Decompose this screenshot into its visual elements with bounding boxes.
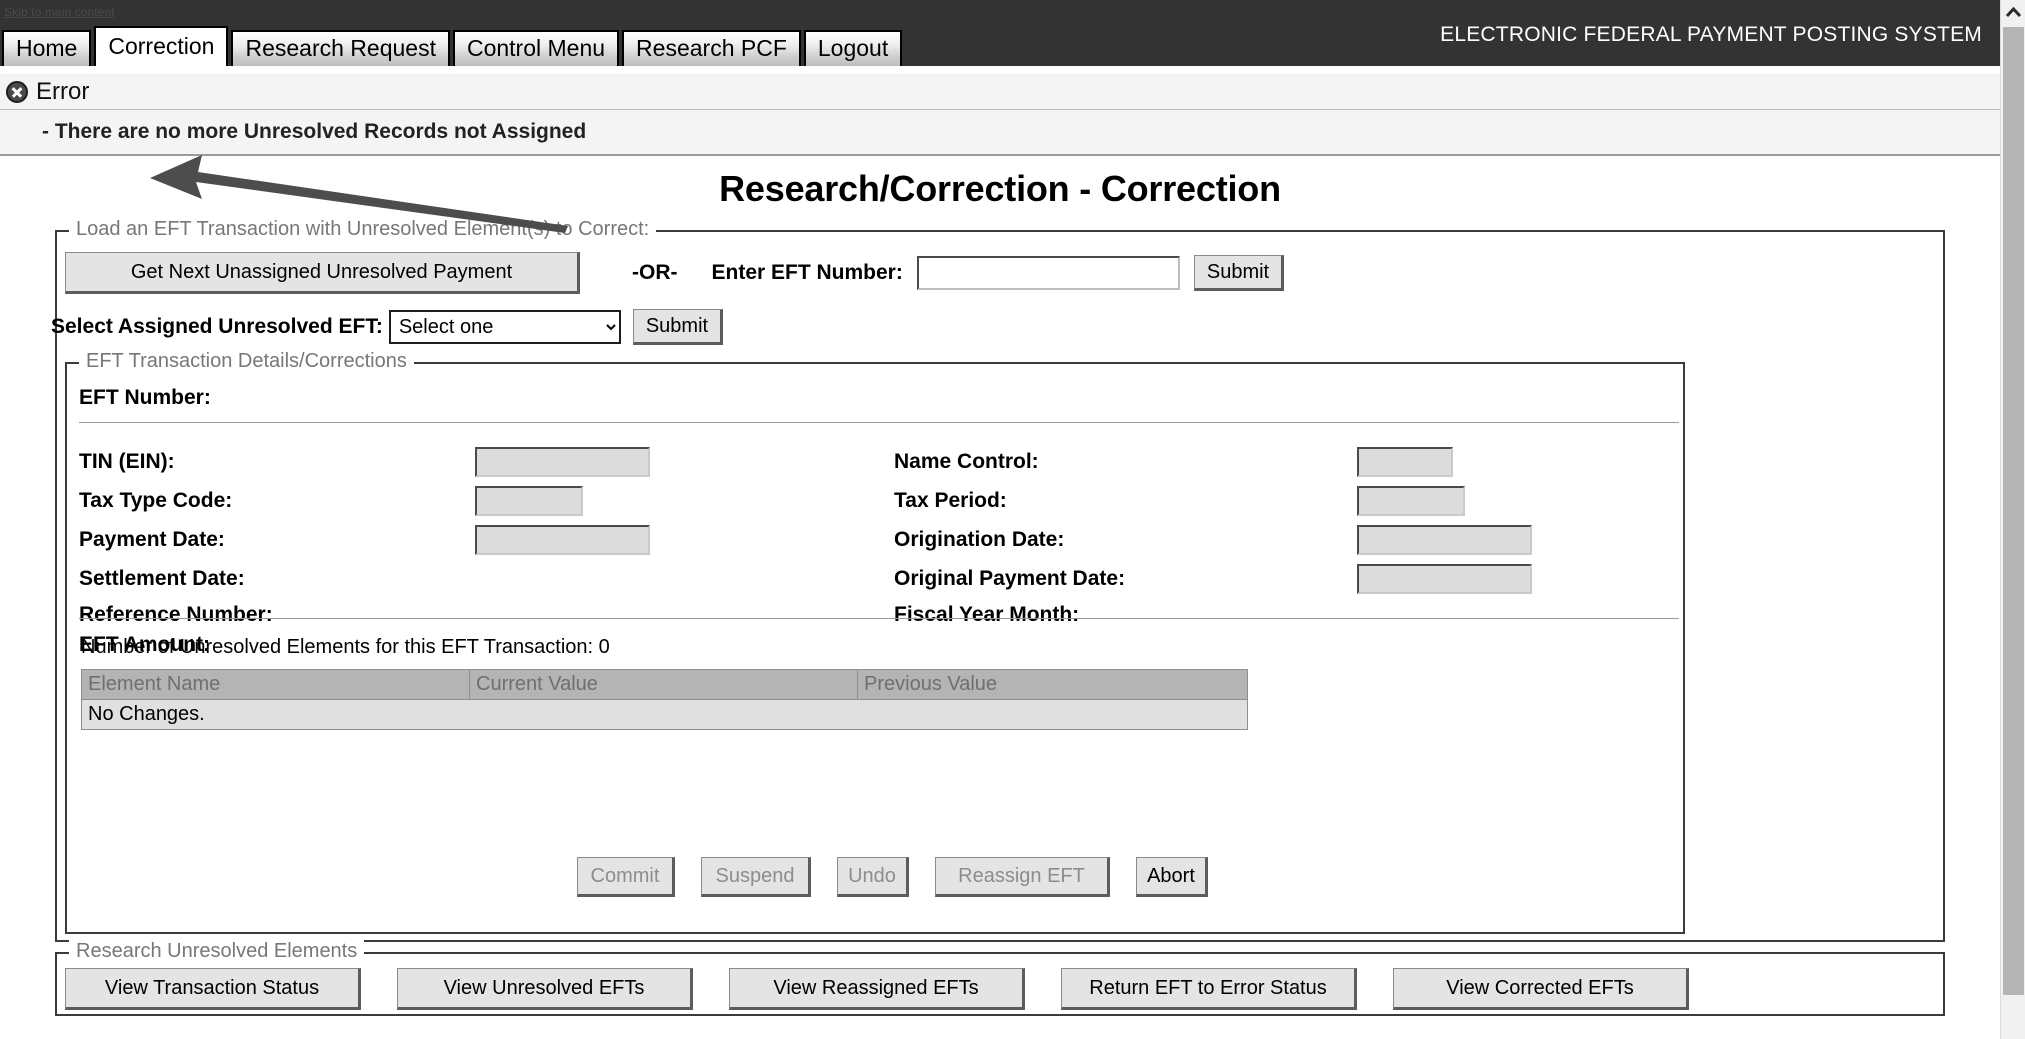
error-circle-x-icon (6, 81, 28, 103)
tab-logout[interactable]: Logout (804, 30, 902, 66)
view-unresolved-efts-button[interactable]: View Unresolved EFTs (397, 968, 693, 1010)
get-next-unassigned-unresolved-payment-button[interactable]: Get Next Unassigned Unresolved Payment (65, 252, 580, 294)
abort-button[interactable]: Abort (1136, 857, 1208, 897)
reassign-eft-button[interactable]: Reassign EFT (935, 857, 1110, 897)
field-settlement-date: Settlement Date: (79, 567, 894, 591)
error-header: Error (0, 74, 2000, 110)
vertical-scrollbar[interactable] (2000, 0, 2025, 1039)
field-input-name-control[interactable] (1357, 447, 1453, 477)
tab-home[interactable]: Home (2, 30, 91, 66)
field-input-payment-date[interactable] (475, 525, 650, 555)
field-reference-number: Reference Number: (79, 603, 894, 627)
details-action-buttons: Commit Suspend Undo Reassign EFT Abort (577, 857, 1208, 897)
field-label-settlement-date: Settlement Date: (79, 567, 475, 591)
select-assigned-unresolved-eft-dropdown[interactable]: Select one (389, 310, 621, 344)
field-row-1: TIN (EIN): Name Control: (79, 442, 1679, 481)
submit-assigned-eft-button[interactable]: Submit (633, 309, 723, 345)
column-header-current-value: Current Value (470, 670, 858, 700)
return-eft-to-error-status-button[interactable]: Return EFT to Error Status (1061, 968, 1357, 1010)
load-eft-section: Load an EFT Transaction with Unresolved … (55, 230, 1945, 942)
view-corrected-efts-button[interactable]: View Corrected EFTs (1393, 968, 1689, 1010)
view-reassigned-efts-button[interactable]: View Reassigned EFTs (729, 968, 1025, 1010)
error-message: - There are no more Unresolved Records n… (0, 110, 2000, 154)
tab-control-menu[interactable]: Control Menu (453, 30, 619, 66)
page-title: Research/Correction - Correction (0, 168, 2000, 210)
eft-number-display-label: EFT Number: (79, 386, 211, 410)
select-assigned-row: Select Assigned Unresolved EFT: Select o… (51, 309, 723, 345)
field-input-tin-ein[interactable] (475, 447, 650, 477)
field-fiscal-year-month: Fiscal Year Month: (894, 603, 1679, 627)
field-origination-date: Origination Date: (894, 525, 1679, 555)
column-header-previous-value: Previous Value (858, 670, 1248, 700)
field-input-original-payment-date[interactable] (1357, 564, 1532, 594)
eft-details-legend: EFT Transaction Details/Corrections (79, 350, 414, 373)
error-panel: Error - There are no more Unresolved Rec… (0, 74, 2000, 156)
undo-button[interactable]: Undo (837, 857, 909, 897)
field-input-tax-type-code[interactable] (475, 486, 583, 516)
commit-button[interactable]: Commit (577, 857, 675, 897)
submit-eft-number-button[interactable]: Submit (1194, 255, 1284, 291)
field-tax-period: Tax Period: (894, 486, 1679, 516)
details-divider-bottom (79, 618, 1679, 619)
tab-research-pcf[interactable]: Research PCF (622, 30, 801, 66)
field-input-tax-period[interactable] (1357, 486, 1465, 516)
field-tax-type-code: Tax Type Code: (79, 486, 894, 516)
error-title: Error (36, 78, 89, 106)
unresolved-elements-count: Number of Unresolved Elements for this E… (81, 636, 610, 659)
field-label-tax-period: Tax Period: (894, 489, 1357, 513)
details-divider-top (79, 422, 1679, 423)
enter-eft-number-label: Enter EFT Number: (712, 261, 903, 285)
field-label-reference-number: Reference Number: (79, 603, 475, 627)
main-navigation-tabs: Home Correction Research Request Control… (2, 28, 905, 66)
load-eft-legend: Load an EFT Transaction with Unresolved … (69, 218, 656, 241)
field-original-payment-date: Original Payment Date: (894, 564, 1679, 594)
eft-transaction-details-section: EFT Transaction Details/Corrections EFT … (65, 362, 1685, 934)
or-separator-label: -OR- (632, 261, 678, 285)
field-row-4: Settlement Date: Original Payment Date: (79, 559, 1679, 598)
application-window: Skip to main content ELECTRONIC FEDERAL … (0, 0, 2025, 1039)
field-label-origination-date: Origination Date: (894, 528, 1357, 552)
eft-number-input[interactable] (917, 256, 1180, 290)
research-unresolved-elements-section: Research Unresolved Elements View Transa… (55, 952, 1945, 1016)
changes-table: Element Name Current Value Previous Valu… (81, 669, 1248, 730)
field-label-tin-ein: TIN (EIN): (79, 450, 475, 474)
skip-to-main-content-link[interactable]: Skip to main content (4, 5, 115, 19)
tab-correction[interactable]: Correction (94, 26, 228, 66)
suspend-button[interactable]: Suspend (701, 857, 811, 897)
field-label-payment-date: Payment Date: (79, 528, 475, 552)
changes-table-header-row: Element Name Current Value Previous Valu… (82, 670, 1248, 700)
field-name-control: Name Control: (894, 447, 1679, 477)
field-label-tax-type-code: Tax Type Code: (79, 489, 475, 513)
field-row-3: Payment Date: Origination Date: (79, 520, 1679, 559)
field-row-2: Tax Type Code: Tax Period: (79, 481, 1679, 520)
field-label-name-control: Name Control: (894, 450, 1357, 474)
field-input-origination-date[interactable] (1357, 525, 1532, 555)
load-eft-top-row: Get Next Unassigned Unresolved Payment -… (65, 252, 1284, 294)
scrollbar-thumb[interactable] (2003, 27, 2024, 995)
field-row-5: Reference Number: Fiscal Year Month: (79, 598, 1679, 631)
table-row: No Changes. (82, 700, 1248, 730)
scroll-up-button[interactable] (2001, 0, 2025, 25)
tab-research-request[interactable]: Research Request (231, 30, 450, 66)
chevron-up-icon (2006, 7, 2021, 18)
field-label-fiscal-year-month: Fiscal Year Month: (894, 603, 1357, 627)
research-buttons-row: View Transaction Status View Unresolved … (65, 968, 1689, 1010)
select-assigned-unresolved-eft-label: Select Assigned Unresolved EFT: (51, 315, 383, 339)
field-payment-date: Payment Date: (79, 525, 894, 555)
column-header-element-name: Element Name (82, 670, 470, 700)
changes-table-empty-message: No Changes. (82, 700, 1248, 730)
field-label-original-payment-date: Original Payment Date: (894, 567, 1357, 591)
eft-fields-grid: TIN (EIN): Name Control: Tax Type Code: (79, 442, 1679, 659)
system-title: ELECTRONIC FEDERAL PAYMENT POSTING SYSTE… (1440, 23, 1982, 47)
view-transaction-status-button[interactable]: View Transaction Status (65, 968, 361, 1010)
research-legend: Research Unresolved Elements (69, 940, 364, 963)
field-tin-ein: TIN (EIN): (79, 447, 894, 477)
